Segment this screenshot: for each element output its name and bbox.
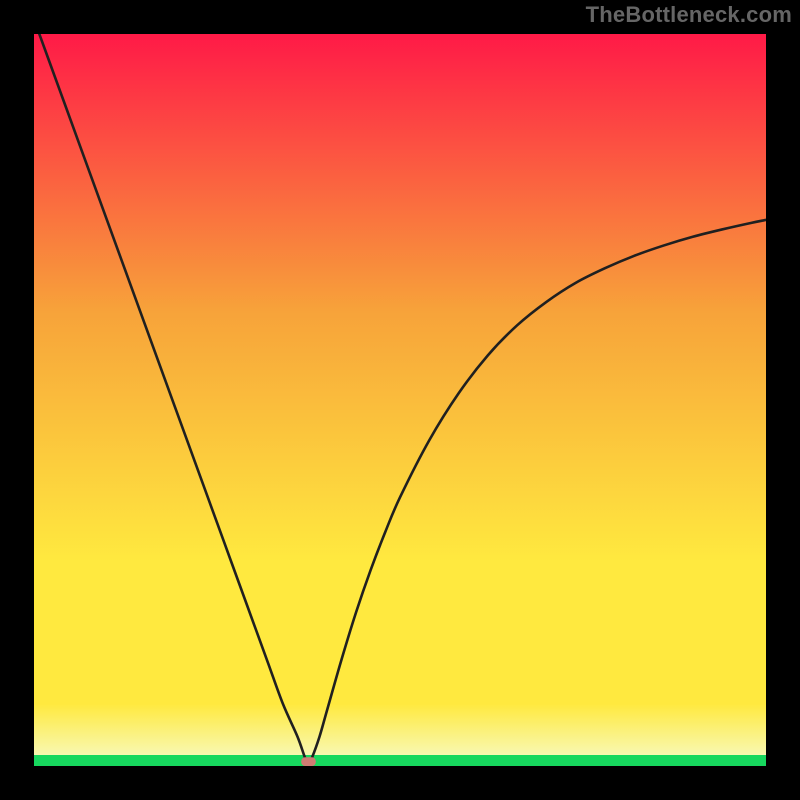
watermark-text: TheBottleneck.com [586,2,792,28]
chart-frame: TheBottleneck.com [0,0,800,800]
gradient-background [34,34,766,766]
plot-area [34,34,766,766]
plot-svg [34,34,766,766]
minimum-marker [301,757,316,766]
green-baseline [34,755,766,766]
